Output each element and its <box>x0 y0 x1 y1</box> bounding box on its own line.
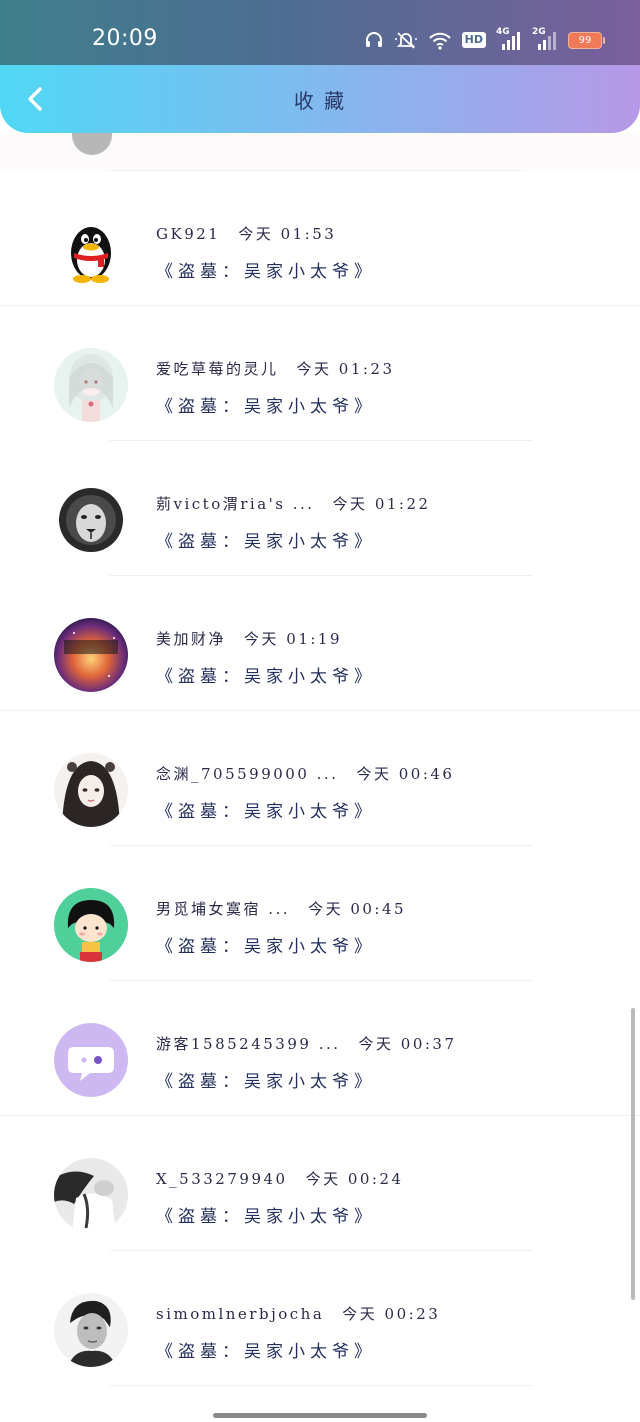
user-name: 游客1585245399 ... <box>156 1035 341 1053</box>
home-indicator[interactable] <box>213 1413 427 1418</box>
book-title: 《盗墓：吴家小太爷》 <box>156 802 376 822</box>
user-name: GK921 <box>156 225 221 243</box>
item-meta: 男觅埔女寞宿 ... 今天 00:45 <box>156 898 406 919</box>
net-4g-label: 4G <box>496 27 510 37</box>
book-title: 《盗墓：吴家小太爷》 <box>156 532 376 552</box>
list-item[interactable]: simomlnerbjocha 今天 00:23 《盗墓：吴家小太爷》 <box>0 1251 640 1386</box>
mute-bell-icon <box>394 32 417 49</box>
book-title: 《盗墓：吴家小太爷》 <box>156 1342 376 1362</box>
user-name: 莂victo渭ria's ... <box>156 495 315 513</box>
net-2g-label: 2G <box>532 27 546 37</box>
book-title: 《盗墓：吴家小太爷》 <box>156 937 376 957</box>
book-title: 《盗墓：吴家小太爷》 <box>156 397 376 417</box>
book-title: 《盗墓：吴家小太爷》 <box>156 1072 376 1092</box>
book-title: 《盗墓：吴家小太爷》 <box>156 262 376 282</box>
item-time: 今天 01:22 <box>332 495 431 513</box>
list-item-partial[interactable] <box>0 133 640 171</box>
item-meta: 爱吃草莓的灵儿 今天 01:23 <box>156 358 395 379</box>
qq-penguin-icon <box>54 213 128 287</box>
item-time: 今天 00:45 <box>308 900 407 918</box>
scrollbar[interactable] <box>631 1008 635 1300</box>
item-time: 今天 01:19 <box>244 630 343 648</box>
item-meta: 念渊_705599000 ... 今天 00:46 <box>156 763 454 784</box>
item-time: 今天 01:53 <box>238 225 337 243</box>
user-name: 爱吃草莓的灵儿 <box>156 360 279 378</box>
bw-photo-avatar <box>54 1158 128 1232</box>
book-title: 《盗墓：吴家小太爷》 <box>156 1207 376 1227</box>
item-meta: X_533279940 今天 00:24 <box>156 1168 404 1189</box>
item-time: 今天 00:37 <box>358 1035 457 1053</box>
galaxy-avatar <box>54 618 128 692</box>
battery-icon: 99 <box>568 31 605 49</box>
item-meta: simomlnerbjocha 今天 00:23 <box>156 1303 440 1324</box>
item-time: 今天 01:23 <box>296 360 395 378</box>
list-item[interactable]: 莂victo渭ria's ... 今天 01:22 《盗墓：吴家小太爷》 <box>0 441 640 576</box>
signal-2g-icon: 2G <box>532 27 558 51</box>
book-title: 《盗墓：吴家小太爷》 <box>156 667 376 687</box>
item-time: 今天 00:46 <box>356 765 455 783</box>
list-item[interactable]: 游客1585245399 ... 今天 00:37 《盗墓：吴家小太爷》 <box>0 981 640 1116</box>
list-item[interactable]: 念渊_705599000 ... 今天 00:46 《盗墓：吴家小太爷》 <box>0 711 640 846</box>
man-portrait-avatar <box>54 1293 128 1367</box>
chat-bubble-icon <box>54 1023 128 1097</box>
avatar <box>72 133 112 155</box>
page-title: 收 藏 <box>293 89 347 113</box>
user-name: 男觅埔女寞宿 ... <box>156 900 291 918</box>
cartoon-girl-avatar <box>54 888 128 962</box>
list-item[interactable]: 美加财净 今天 01:19 《盗墓：吴家小太爷》 <box>0 576 640 711</box>
status-icons: HD 4G 2G 99 <box>364 27 605 53</box>
user-name: X_533279940 <box>156 1170 288 1188</box>
anime-girl-avatar <box>54 348 128 422</box>
item-meta: 美加财净 今天 01:19 <box>156 628 342 649</box>
list-item[interactable]: X_533279940 今天 00:24 《盗墓：吴家小太爷》 <box>0 1116 640 1251</box>
lion-avatar <box>54 483 128 557</box>
wifi-icon <box>428 32 451 50</box>
header-bar: 收 藏 <box>0 65 640 133</box>
status-time: 20:09 <box>92 26 158 51</box>
list-item[interactable]: GK921 今天 01:53 《盗墓：吴家小太爷》 <box>0 171 640 306</box>
item-meta: 游客1585245399 ... 今天 00:37 <box>156 1033 457 1054</box>
user-name: 美加财净 <box>156 630 227 648</box>
headphones-icon <box>365 32 382 47</box>
list-item[interactable]: 爱吃草莓的灵儿 今天 01:23 《盗墓：吴家小太爷》 <box>0 306 640 441</box>
user-name: simomlnerbjocha <box>156 1305 325 1323</box>
item-meta: 莂victo渭ria's ... 今天 01:22 <box>156 493 431 514</box>
favorites-list: GK921 今天 01:53 《盗墓：吴家小太爷》 爱吃草莓的灵儿 今天 01:23… <box>0 171 640 1386</box>
ink-girl-avatar <box>54 753 128 827</box>
item-time: 今天 00:23 <box>342 1305 441 1323</box>
divider <box>110 1385 532 1386</box>
signal-4g-icon: 4G <box>496 27 522 51</box>
item-time: 今天 00:24 <box>305 1170 404 1188</box>
user-name: 念渊_705599000 ... <box>156 765 339 783</box>
list-item[interactable]: 男觅埔女寞宿 ... 今天 00:45 《盗墓：吴家小太爷》 <box>0 846 640 981</box>
hd-badge: HD <box>461 32 486 48</box>
item-meta: GK921 今天 01:53 <box>156 223 336 244</box>
